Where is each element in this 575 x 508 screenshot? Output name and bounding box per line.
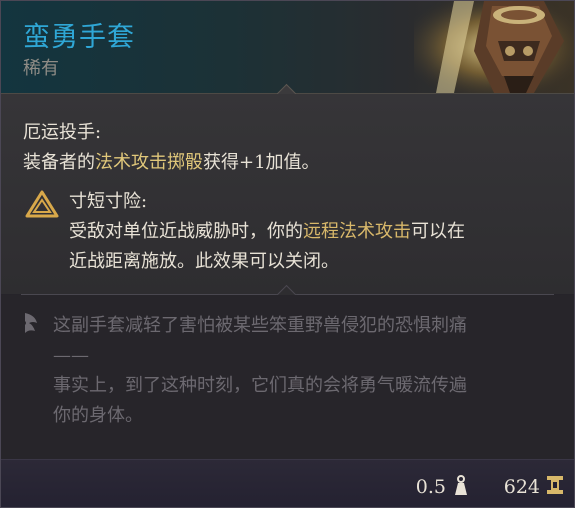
flavor-line-1: 这副手套减轻了害怕被某些笨重野兽侵犯的恐惧刺痛 [53,315,467,336]
warning-triangle-icon [25,190,59,218]
passive-desc-prefix: 装备者的 [23,152,95,173]
spell-attack-roll-link[interactable]: 法术攻击掷骰 [95,152,203,173]
flavor-section: 这副手套减轻了害怕被某些笨重野兽侵犯的恐惧刺痛 —— 事实上，到了这种时刻，它们… [1,295,574,459]
flavor-line-2: —— [53,345,89,366]
tooltip-body: 厄运投手: 装备者的法术攻击掷骰获得+1加值。 寸短寸险: 受敌对单位近战威胁时… [1,94,574,294]
tooltip-header: 蛮勇手套 稀有 [1,1,574,106]
weight-icon [455,475,467,495]
condition-line1-suffix: 可以在 [411,221,465,242]
flavor-line-3: 事实上，到了这种时刻，它们真的会将勇气暖流传遍 [53,375,467,396]
passive-description: 装备者的法术攻击掷骰获得+1加值。 [23,148,320,174]
flavor-line-4: 你的身体。 [53,405,143,426]
condition-description: 受敌对单位近战威胁时，你的远程法术攻击可以在 近战距离施放。此效果可以关闭。 [69,217,549,277]
flavor-text: 这副手套减轻了害怕被某些笨重野兽侵犯的恐惧刺痛 —— 事实上，到了这种时刻，它们… [53,311,553,431]
gold-coin-icon [547,476,563,494]
tooltip-footer: 0.5 624 [1,459,574,507]
passive-title: 厄运投手: [23,122,102,143]
item-value: 624 [503,476,540,498]
item-name: 蛮勇手套 [23,22,135,53]
passive-desc-suffix: 获得+1加值。 [203,152,320,173]
condition-line2: 近战距离施放。此效果可以关闭。 [69,251,339,272]
item-weight: 0.5 [415,476,446,498]
item-rarity: 稀有 [23,58,59,79]
ranged-spell-attack-link[interactable]: 远程法术攻击 [303,221,411,242]
quill-icon [25,313,37,333]
condition-title: 寸短寸险: [69,191,148,212]
condition-line1-prefix: 受敌对单位近战威胁时，你的 [69,221,303,242]
item-tooltip: 蛮勇手套 稀有 厄运投手: 装备者的法术攻击掷骰获得+1加值。 寸短寸险: 受敌… [0,0,575,508]
gauntlet-icon [414,1,574,93]
